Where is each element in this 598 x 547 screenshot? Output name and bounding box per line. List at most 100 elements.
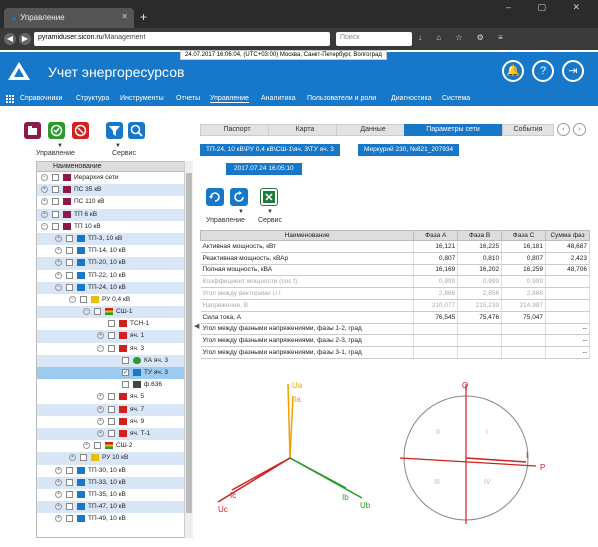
table-row[interactable]: Активная мощность, кВт 16,121 16,225 16,181… xyxy=(200,240,590,253)
folder-button[interactable] xyxy=(24,122,41,139)
forward-icon[interactable]: ▶ xyxy=(19,33,31,45)
menu-item-reports[interactable]: Отчеты xyxy=(176,95,200,102)
expand-icon[interactable]: + xyxy=(55,515,62,523)
collapse-icon[interactable]: − xyxy=(83,308,90,316)
tree-row[interactable]: + ПС 35 кВ xyxy=(37,184,192,197)
run-button[interactable] xyxy=(48,122,65,139)
tree-checkbox[interactable] xyxy=(108,417,115,425)
menu-item-structure[interactable]: Структура xyxy=(76,95,109,102)
refresh-button[interactable] xyxy=(206,188,224,206)
caret-down-icon[interactable]: ▼ xyxy=(238,209,244,215)
tree-checkbox[interactable] xyxy=(108,429,115,437)
tabs-next-icon[interactable]: › xyxy=(573,123,586,136)
expand-icon[interactable]: + xyxy=(97,393,104,401)
expand-icon[interactable]: + xyxy=(55,234,62,242)
expand-icon[interactable]: + xyxy=(41,210,48,218)
browser-search-input[interactable]: Поиск xyxy=(336,32,412,46)
tab-network-params[interactable]: Параметры сети xyxy=(404,124,502,136)
tree-row[interactable]: − ТП-24, 10 кВ xyxy=(37,281,192,294)
tabs-prev-icon[interactable]: ‹ xyxy=(557,123,570,136)
tree-row[interactable]: + РУ 10 кВ xyxy=(37,452,192,465)
collapse-icon[interactable]: − xyxy=(41,174,48,181)
collapse-icon[interactable]: − xyxy=(55,283,62,291)
tree-row[interactable]: − РУ 0,4 кВ xyxy=(37,294,192,306)
tree-row[interactable]: − СШ-1 xyxy=(37,306,192,319)
tree-row[interactable]: + ТП-30, 10 кВ xyxy=(37,465,192,477)
tree-checkbox[interactable] xyxy=(66,234,73,242)
tree-row[interactable]: + ТП-47, 10 кВ xyxy=(37,501,192,514)
tree-checkbox[interactable] xyxy=(52,222,59,230)
tree-checkbox[interactable]: ✓ xyxy=(122,369,129,376)
menu-item-analytics[interactable]: Аналитика xyxy=(261,95,296,102)
search-button[interactable] xyxy=(128,122,145,139)
caret-down-icon[interactable]: ▼ xyxy=(115,143,121,149)
tree-row[interactable]: КА яч. 3 xyxy=(37,354,192,367)
export-excel-button[interactable] xyxy=(260,188,278,206)
tab-map[interactable]: Карта xyxy=(268,124,342,136)
tree-scrollbar[interactable] xyxy=(184,161,193,538)
date-selector[interactable]: 2017.07.24 16:05:10 xyxy=(226,163,302,175)
new-tab-button[interactable]: + xyxy=(140,10,147,24)
help-icon[interactable]: ? xyxy=(532,60,554,82)
tree-checkbox[interactable] xyxy=(52,198,59,206)
tree-checkbox[interactable] xyxy=(94,308,101,316)
caret-down-icon[interactable]: ▼ xyxy=(57,143,63,149)
table-row[interactable]: Полная мощность, кВА 16,169 16,202 16,259 48… xyxy=(200,264,590,277)
collapse-panel-icon[interactable]: ◀ xyxy=(194,322,199,330)
tree-row[interactable]: + ПС 110 кВ xyxy=(37,196,192,208)
table-row[interactable]: Угол между векторами U I 2,866 2,856 2,868 xyxy=(200,287,590,300)
tree-checkbox[interactable] xyxy=(108,320,115,328)
tree-row[interactable]: + ТП-14, 10 кВ xyxy=(37,245,192,257)
tree-checkbox[interactable] xyxy=(66,503,73,511)
tree-checkbox[interactable] xyxy=(66,478,73,486)
tree-checkbox[interactable] xyxy=(108,405,115,413)
expand-icon[interactable]: + xyxy=(55,271,62,279)
expand-icon[interactable]: + xyxy=(97,429,104,437)
tree-checkbox[interactable] xyxy=(108,344,115,352)
expand-icon[interactable]: + xyxy=(41,198,48,206)
tree-row[interactable]: + ТП-20, 10 кВ xyxy=(37,257,192,270)
notifications-bell-icon[interactable]: 🔔 xyxy=(502,60,524,82)
expand-icon[interactable]: + xyxy=(55,247,62,255)
table-row[interactable]: Угол между фазными напряжениями, фазы 1-… xyxy=(200,323,590,336)
breadcrumb-device[interactable]: Меркурий 230, №821_207934 xyxy=(358,144,460,156)
tree-checkbox[interactable] xyxy=(66,490,73,498)
tree-scroll-thumb[interactable] xyxy=(186,173,192,513)
tree-row[interactable]: ТСН-1 xyxy=(37,318,192,330)
tree-row[interactable]: + ТП-49, 10 кВ xyxy=(37,513,192,525)
expand-icon[interactable]: + xyxy=(55,490,62,498)
tree-checkbox[interactable] xyxy=(52,174,59,181)
tree-row[interactable]: + яч. 5 xyxy=(37,391,192,403)
expand-icon[interactable]: + xyxy=(83,442,90,450)
caret-down-icon[interactable]: ▼ xyxy=(267,209,273,215)
tree-checkbox[interactable] xyxy=(66,259,73,267)
menu-item-tools[interactable]: Инструменты xyxy=(120,95,164,102)
window-controls[interactable]: – ▢ ✕ xyxy=(506,2,592,13)
tree-checkbox[interactable] xyxy=(108,393,115,401)
table-row[interactable]: Угол между фазными напряжениями, фазы 3-… xyxy=(200,346,590,359)
tree-checkbox[interactable] xyxy=(66,283,73,291)
tree-checkbox[interactable] xyxy=(66,247,73,255)
tree-checkbox[interactable] xyxy=(108,332,115,340)
tree-row[interactable]: + ТП-22, 10 кВ xyxy=(37,270,192,282)
table-row[interactable]: Реактивная мощность, кВАр 0,807 0,810 0,807… xyxy=(200,252,590,265)
expand-icon[interactable]: + xyxy=(41,186,48,194)
browser-tab[interactable]: ▲ Управление ✕ xyxy=(4,8,134,28)
tree-row[interactable]: − яч. 3 xyxy=(37,343,192,355)
expand-icon[interactable]: + xyxy=(55,466,62,474)
collapse-icon[interactable]: − xyxy=(69,295,76,303)
expand-icon[interactable]: + xyxy=(69,454,76,462)
breadcrumb-path[interactable]: ТП-24, 10 кВ\РУ 0,4 кВ\СШ-1\яч. 3\ТУ яч.… xyxy=(200,144,340,156)
table-row[interactable]: Сила тока, А 76,545 75,476 75,047 xyxy=(200,311,590,324)
tab-close-icon[interactable]: ✕ xyxy=(121,12,128,21)
tree-checkbox[interactable] xyxy=(52,210,59,218)
tree-row[interactable]: − ТП 10 кВ xyxy=(37,221,192,233)
tree-checkbox[interactable] xyxy=(52,186,59,194)
tree-checkbox[interactable] xyxy=(66,271,73,279)
tree-row[interactable]: + ТП-3, 10 кВ xyxy=(37,232,192,246)
tab-events[interactable]: События xyxy=(502,124,554,136)
tree-row[interactable]: − Иерархия сети xyxy=(37,172,192,184)
tree-row[interactable]: + яч. 9 xyxy=(37,416,192,428)
menu-item-directories[interactable]: Справочники xyxy=(20,95,62,102)
url-bar[interactable]: pyramiduser.sicon.ru/Management xyxy=(34,32,330,46)
